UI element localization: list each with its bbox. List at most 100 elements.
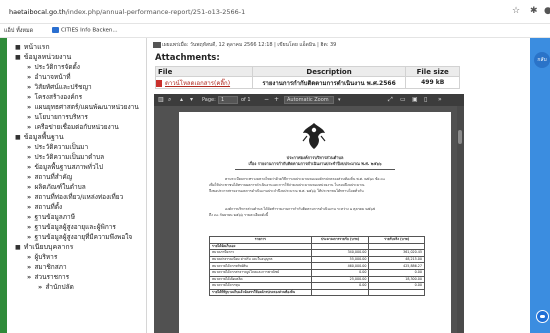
page-left-border bbox=[0, 38, 7, 333]
bookmarks-bar: แอ็ป ทั้งหมด CITIES Info Backen... bbox=[0, 24, 550, 38]
sidebar-item[interactable]: » สมาชิกสภา bbox=[27, 263, 67, 271]
double-chevron-icon: » bbox=[27, 193, 34, 201]
pdf-file-icon bbox=[156, 79, 162, 87]
double-chevron-icon: » bbox=[27, 273, 34, 281]
attachment-row: ดาวน์โหลดเอกสาร(คลิ๊ก) รายงานการกำกับติด… bbox=[155, 76, 460, 89]
doc-table-header: รายการ ประมาณการรายรับ (บาท) รายรับจริง … bbox=[209, 236, 425, 244]
url-text[interactable]: haetaibocal.go.th/index.php/annual-perfo… bbox=[9, 8, 245, 16]
double-chevron-icon: » bbox=[27, 123, 34, 131]
tools-menu-icon[interactable]: » bbox=[438, 96, 442, 104]
sidebar-item[interactable]: » เครือข่ายเชื่อมต่อกับหน่วยงาน bbox=[27, 123, 119, 131]
doc-row-actual bbox=[368, 242, 425, 251]
sidebar-item[interactable]: » นโยบายการบริหาร bbox=[27, 113, 88, 121]
sidebar-item-label: ฐานข้อมูลผู้สูงอายุและผู้พิการ bbox=[34, 223, 116, 231]
sidebar-item[interactable]: » ประวัติการจัดตั้ง bbox=[27, 63, 80, 71]
doc-table-row: รายได้ที่รัฐบาลเก็บแล้วจัดสรรให้องค์กรปก… bbox=[209, 288, 425, 297]
sidebar-item[interactable]: » ฐานข้อมูลผู้สูงอายุและผู้พิการ bbox=[27, 223, 116, 231]
sidebar-item-label: สถานที่ตั้ง bbox=[34, 203, 63, 211]
sidebar-item[interactable]: » ข้อมูลพื้นฐานสภาพทั่วไป bbox=[27, 163, 103, 171]
doc-row-label: หมวดรายได้จากทรัพย์สิน bbox=[209, 262, 312, 270]
sidebar-item[interactable]: ■ ข้อมูลพื้นฐาน bbox=[15, 133, 64, 142]
open-file-icon[interactable]: ▭ bbox=[400, 96, 406, 104]
sidebar-item[interactable]: » ผู้บริหาร bbox=[27, 253, 57, 261]
doc-table-row: หมวดค่าธรรมเนียม ค่าปรับ และใบอนุญาต 55,0… bbox=[209, 255, 425, 264]
sidebar-item-label: ทำเนียบบุคลากร bbox=[23, 243, 74, 251]
double-chevron-icon: » bbox=[27, 253, 34, 261]
attachments-header-row: File Description File size bbox=[155, 66, 460, 77]
double-chevron-icon: » bbox=[27, 103, 34, 111]
sidebar-item-label: อำนาจหน้าที่ bbox=[34, 73, 71, 81]
bookmark-icon[interactable]: ▯ bbox=[424, 96, 427, 104]
sidebar-item[interactable]: ■ หน้าแรก bbox=[15, 43, 50, 52]
attachment-description: รายงานการกำกับติดตามการดำเนินงาน พ.ศ.256… bbox=[251, 76, 407, 89]
doc-col-estimate: ประมาณการรายรับ (บาท) bbox=[310, 236, 370, 244]
sidebar-item[interactable]: » ผลิตภัณฑ์ในตำบล bbox=[27, 183, 86, 191]
right-side-button[interactable]: กลับ bbox=[534, 52, 550, 68]
sidebar-menu: ■ หน้าแรก ■ ข้อมูลหน่วยงาน» ประวัติการจัด… bbox=[7, 38, 147, 333]
sidebar-item[interactable]: » สถานที่ท่องเที่ยว/แหล่งท่องเที่ยว bbox=[27, 193, 123, 201]
sidebar-item[interactable]: » แผนยุทธศาสตร์/แผนพัฒนาหน่วยงาน bbox=[27, 103, 139, 111]
zoom-select[interactable]: Automatic Zoom bbox=[284, 96, 334, 104]
sidebar-toggle-icon[interactable]: ▥ bbox=[158, 96, 164, 104]
bullet-icon: ■ bbox=[15, 44, 23, 51]
pdf-scroll-thumb[interactable] bbox=[458, 130, 462, 144]
double-chevron-icon: » bbox=[27, 183, 34, 191]
next-page-icon[interactable]: ▾ bbox=[190, 96, 193, 104]
bookmark-apps[interactable]: แอ็ป ทั้งหมด bbox=[4, 27, 33, 35]
doc-col-item: รายการ bbox=[209, 236, 312, 244]
sidebar-item[interactable]: » สำนักปลัด bbox=[38, 283, 74, 291]
sidebar-item[interactable]: » วิสัยทัศน์และปรัชญา bbox=[27, 83, 92, 91]
doc-divider bbox=[235, 169, 395, 170]
doc-para-1a: ตามระเบียบกระทรวงมหาดไทยว่าด้วยวิธีการงบ… bbox=[225, 177, 386, 181]
sidebar-item[interactable]: » ฐานข้อมูลผู้สูงอายุที่มีความพึงพอใจ bbox=[27, 233, 132, 241]
double-chevron-icon: » bbox=[27, 143, 34, 151]
doc-col-actual: รายรับจริง (บาท) bbox=[368, 236, 425, 244]
double-chevron-icon: » bbox=[27, 223, 34, 231]
sidebar-item[interactable]: ■ ข้อมูลหน่วยงาน bbox=[15, 53, 71, 62]
doc-row-actual: 425,886.27 bbox=[368, 262, 425, 270]
extensions-icon[interactable]: ✱ bbox=[530, 6, 538, 16]
double-chevron-icon: » bbox=[27, 63, 34, 71]
doc-table-row: รายได้จัดเก็บเอง bbox=[209, 242, 425, 251]
sidebar-item[interactable]: » ฐานข้อมูลภาษี bbox=[27, 213, 75, 221]
sidebar-item[interactable]: » โครงสร้างองค์กร bbox=[27, 93, 82, 101]
browser-address-bar[interactable]: haetaibocal.go.th/index.php/annual-perfo… bbox=[0, 0, 550, 24]
sidebar-item[interactable]: » สถานที่สำคัญ bbox=[27, 173, 72, 181]
zoom-in-button[interactable]: + bbox=[274, 96, 279, 104]
double-chevron-icon: » bbox=[27, 153, 34, 161]
sidebar-item-label: วิสัยทัศน์และปรัชญา bbox=[34, 83, 92, 91]
sidebar-item[interactable]: » อำนาจหน้าที่ bbox=[27, 73, 71, 81]
sidebar-item-label: สถานที่ท่องเที่ยว/แหล่งท่องเที่ยว bbox=[34, 193, 124, 201]
doc-para-2b: ถึง ๓๐ กันยายน ๒๕๖๖ รายละเอียดดังนี้ bbox=[209, 213, 269, 217]
sidebar-item-label: ข้อมูลพื้นฐานสภาพทั่วไป bbox=[34, 163, 104, 171]
column-file: File bbox=[155, 66, 253, 77]
doc-row-estimate: 460,000.00 bbox=[310, 262, 370, 270]
sidebar-item[interactable]: ■ ทำเนียบบุคลากร bbox=[15, 243, 73, 252]
chat-bubble-icon[interactable] bbox=[536, 310, 549, 323]
bookmark-star-icon[interactable]: ☆ bbox=[512, 6, 520, 16]
main-content: เผยแพร่เมื่อ: วันพฤหัสบดี, 12 ตุลาคม 256… bbox=[147, 38, 530, 333]
profile-icon[interactable]: ● bbox=[544, 6, 550, 16]
pdf-scrollbar[interactable] bbox=[457, 106, 464, 333]
presentation-mode-icon[interactable]: ⤢ bbox=[388, 96, 393, 104]
zoom-dropdown-icon[interactable]: ▾ bbox=[338, 96, 341, 104]
bookmark-cities[interactable]: CITIES Info Backen... bbox=[52, 27, 118, 34]
sidebar-item[interactable]: » สถานที่ตั้ง bbox=[27, 203, 62, 211]
doc-para-1c: จึงขอประกาศรายงานผลการดำเนินงานประจำปีงบ… bbox=[209, 189, 364, 193]
doc-para-1b: เพื่อให้ประชาชนได้ทราบผลการดำเนินงานและก… bbox=[209, 183, 365, 187]
sidebar-item[interactable]: » ส่วนราชการ bbox=[27, 273, 69, 281]
doc-row-actual: 361,020.45 bbox=[368, 249, 425, 257]
print-icon[interactable]: ▣ bbox=[412, 96, 418, 104]
sidebar-item[interactable]: » ประวัติความเป็นมาตำบล bbox=[27, 153, 104, 161]
doc-row-estimate: 25,000.00 bbox=[310, 275, 370, 284]
sidebar-item-label: ผลิตภัณฑ์ในตำบล bbox=[34, 183, 86, 191]
previous-page-icon[interactable]: ▴ bbox=[180, 96, 183, 104]
double-chevron-icon: » bbox=[27, 263, 34, 271]
sidebar-item[interactable]: » ประวัติความเป็นมา bbox=[27, 143, 88, 151]
page-number-input[interactable]: 1 bbox=[218, 96, 238, 104]
download-link[interactable]: ดาวน์โหลดเอกสาร(คลิ๊ก) bbox=[163, 80, 230, 87]
zoom-out-button[interactable]: − bbox=[264, 96, 269, 104]
search-icon[interactable]: ⌕ bbox=[168, 96, 171, 104]
double-chevron-icon: » bbox=[27, 173, 34, 181]
sidebar-item-label: ประวัติการจัดตั้ง bbox=[34, 63, 80, 71]
